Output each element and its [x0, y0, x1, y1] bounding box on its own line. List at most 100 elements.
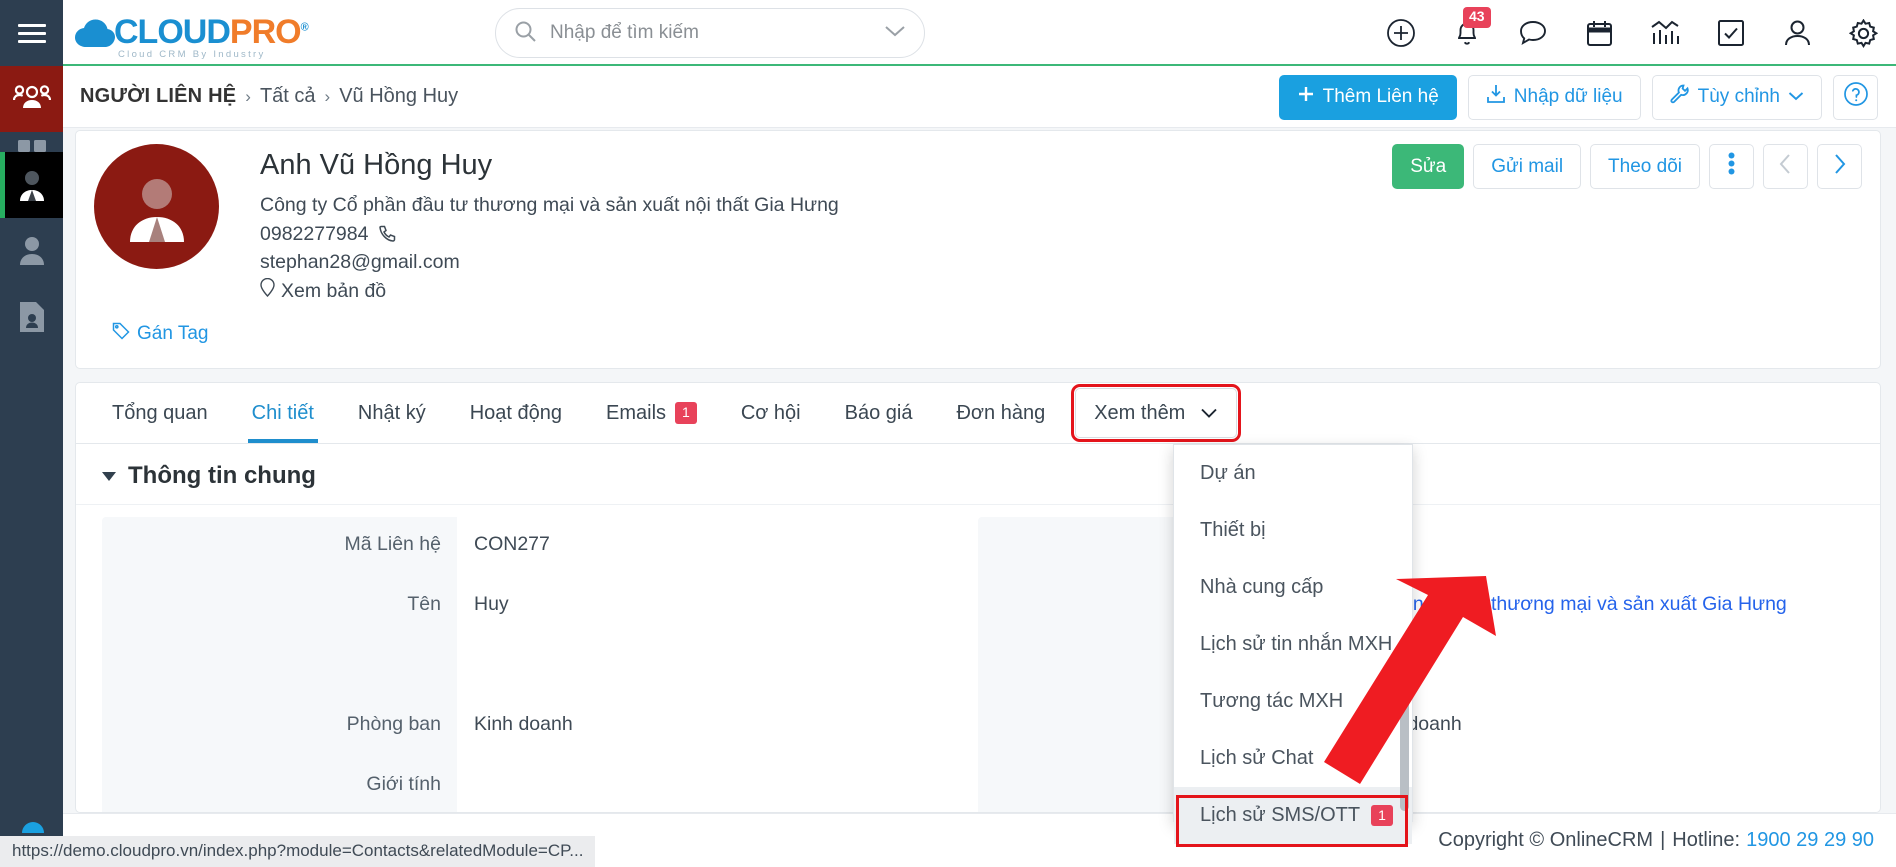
- menu-item-label: Lịch sử Chat: [1200, 747, 1314, 769]
- assign-tag-label: Gán Tag: [137, 322, 209, 344]
- tab-bao-gia[interactable]: Báo giá: [823, 383, 935, 443]
- checkbox-icon[interactable]: [1716, 18, 1746, 48]
- tab-don-hang[interactable]: Đơn hàng: [934, 383, 1067, 443]
- section-header[interactable]: Thông tin chung: [76, 444, 1880, 505]
- logo-pro-text: PRO: [229, 13, 302, 51]
- breadcrumb-separator-icon: ›: [245, 86, 251, 106]
- follow-label: Theo dõi: [1608, 155, 1682, 177]
- tab-co-hoi[interactable]: Cơ hội: [719, 383, 823, 443]
- help-button[interactable]: [1833, 74, 1878, 120]
- page-action-buttons: Thêm Liên hệ Nhập dữ liệu Tùy chỉnh: [1278, 66, 1878, 128]
- field-row: Tên: [102, 593, 441, 653]
- sidebar-item-accounts[interactable]: [0, 152, 63, 218]
- gear-icon[interactable]: [1848, 18, 1878, 48]
- menu-item-lich-su-tin-nhan-mxh[interactable]: Lịch sử tin nhắn MXH: [1174, 616, 1412, 673]
- top-bar-icons: 43: [1386, 0, 1878, 66]
- contact-company: Công ty Cổ phần đầu tư thương mại và sản…: [260, 194, 839, 216]
- edit-button[interactable]: Sửa: [1392, 144, 1465, 189]
- chevron-down-icon: [1200, 402, 1218, 425]
- menu-item-lich-su-sms-ott[interactable]: Lịch sử SMS/OTT 1: [1174, 787, 1412, 844]
- add-circle-icon[interactable]: [1386, 18, 1416, 48]
- footer-hotline-label: Hotline:: [1672, 829, 1741, 851]
- chevron-down-icon[interactable]: [884, 24, 906, 43]
- avatar: [94, 144, 219, 269]
- tab-emails[interactable]: Emails 1: [584, 383, 719, 443]
- field-row: 984: [1350, 773, 1854, 812]
- caret-down-icon[interactable]: [102, 471, 116, 481]
- sidebar-item-partial-above[interactable]: [0, 132, 63, 152]
- bell-icon[interactable]: 43: [1452, 7, 1491, 48]
- menu-item-du-an[interactable]: Dự án: [1174, 445, 1412, 502]
- sidebar-item-profile[interactable]: [0, 284, 63, 350]
- tab-label: Cơ hội: [740, 401, 801, 424]
- menu-item-nha-cung-cap[interactable]: Nhà cung cấp: [1174, 559, 1412, 616]
- logo-wordmark: CLOUDPRO®: [114, 13, 309, 51]
- field-row: Huy: [474, 593, 978, 653]
- more-options-button[interactable]: [1709, 144, 1754, 189]
- company-link[interactable]: Cổ phần đầu tư thương mại và sản xuất Gi…: [1350, 593, 1787, 615]
- vertical-dots-icon: [1728, 152, 1735, 181]
- field-value-ten[interactable]: Huy: [474, 593, 509, 616]
- wrench-icon: [1670, 84, 1690, 110]
- contact-phone-row: 0982277984: [260, 220, 1862, 249]
- detail-tabs: Tổng quan Chi tiết Nhật ký Hoạt động Ema…: [75, 382, 1881, 444]
- breadcrumb-root[interactable]: NGƯỜI LIÊN HỆ: [80, 85, 236, 108]
- dropdown-scrollbar[interactable]: [1400, 683, 1409, 811]
- tab-chi-tiet[interactable]: Chi tiết: [230, 383, 336, 443]
- logo-cloud-text: CLOUD: [114, 13, 231, 51]
- field-value-company-link[interactable]: Cổ phần đầu tư thương mại và sản xuất Gi…: [1350, 593, 1787, 616]
- analytics-icon[interactable]: [1650, 18, 1680, 48]
- import-data-button[interactable]: Nhập dữ liệu: [1467, 74, 1641, 120]
- global-search-box[interactable]: [495, 8, 925, 58]
- chat-bubble-icon[interactable]: [1518, 18, 1548, 48]
- tab-label: Emails: [606, 401, 667, 424]
- cloudpro-logo[interactable]: CLOUDPRO® Cloud CRM By Industry: [74, 13, 309, 60]
- tab-tong-quan[interactable]: Tổng quan: [90, 383, 230, 443]
- edit-label: Sửa: [1410, 155, 1447, 177]
- sidebar-item-contacts[interactable]: [0, 66, 63, 132]
- contact-email[interactable]: stephan28@gmail.com: [260, 248, 1862, 277]
- add-contact-button[interactable]: Thêm Liên hệ: [1278, 74, 1457, 120]
- breadcrumb-separator-icon-2: ›: [324, 86, 331, 106]
- sidebar-item-users[interactable]: [0, 218, 63, 284]
- customize-button[interactable]: Tùy chỉnh: [1651, 74, 1822, 120]
- footer-hotline-number[interactable]: 1900 29 29 90: [1746, 829, 1874, 852]
- menu-item-label: Lịch sử tin nhắn MXH: [1200, 633, 1393, 655]
- field-value-phong-ban[interactable]: Kinh doanh: [474, 713, 573, 736]
- field-row: [1350, 533, 1854, 593]
- cloud-icon: [74, 17, 115, 49]
- field-values-left: CON277 Huy Kinh doanh: [457, 517, 978, 812]
- tab-hoat-dong[interactable]: Hoạt động: [448, 383, 584, 443]
- tab-emails-count: 1: [675, 402, 697, 424]
- user-icon[interactable]: [1782, 18, 1812, 48]
- menu-item-thiet-bi[interactable]: Thiết bị: [1174, 502, 1412, 559]
- phone-call-icon[interactable]: [374, 223, 397, 245]
- field-label: Tên: [407, 593, 441, 615]
- follow-button[interactable]: Theo dõi: [1590, 144, 1700, 189]
- menu-burger-button[interactable]: [0, 0, 63, 66]
- menu-item-lich-su-chat[interactable]: Lịch sử Chat: [1174, 730, 1412, 787]
- status-bar-url: https://demo.cloudpro.vn/index.php?modul…: [0, 836, 596, 867]
- field-row: Mã Liên hệ: [102, 533, 441, 593]
- footer-copyright: Copyright © OnlineCRM: [1438, 829, 1654, 851]
- prev-record-button[interactable]: [1763, 144, 1808, 189]
- field-row: CON277: [474, 533, 978, 593]
- tab-xem-them[interactable]: Xem thêm: [1071, 384, 1242, 442]
- field-value-ma-lien-he[interactable]: CON277: [474, 533, 550, 556]
- field-column-left: Mã Liên hệ Tên Phòng ban Giới tính CON27…: [102, 517, 978, 812]
- tab-nhat-ky[interactable]: Nhật ký: [336, 383, 448, 443]
- view-map-link[interactable]: Xem bản đồ: [260, 277, 386, 306]
- calendar-icon[interactable]: [1584, 18, 1614, 48]
- map-pin-icon: [260, 277, 275, 306]
- breadcrumb-item-all[interactable]: Tất cả: [260, 85, 316, 108]
- assign-tag-button[interactable]: Gán Tag: [112, 322, 208, 346]
- customize-label: Tùy chỉnh: [1697, 86, 1780, 107]
- registered-mark: ®: [300, 21, 309, 34]
- search-input[interactable]: [548, 21, 884, 45]
- send-mail-button[interactable]: Gửi mail: [1473, 144, 1582, 189]
- logo-tagline: Cloud CRM By Industry: [118, 49, 266, 60]
- menu-item-tuong-tac-mxh[interactable]: Tương tác MXH: [1174, 673, 1412, 730]
- next-record-button[interactable]: [1817, 144, 1862, 189]
- sidebar-scroll-indicator: [22, 822, 44, 833]
- chevron-right-icon: [1833, 153, 1846, 181]
